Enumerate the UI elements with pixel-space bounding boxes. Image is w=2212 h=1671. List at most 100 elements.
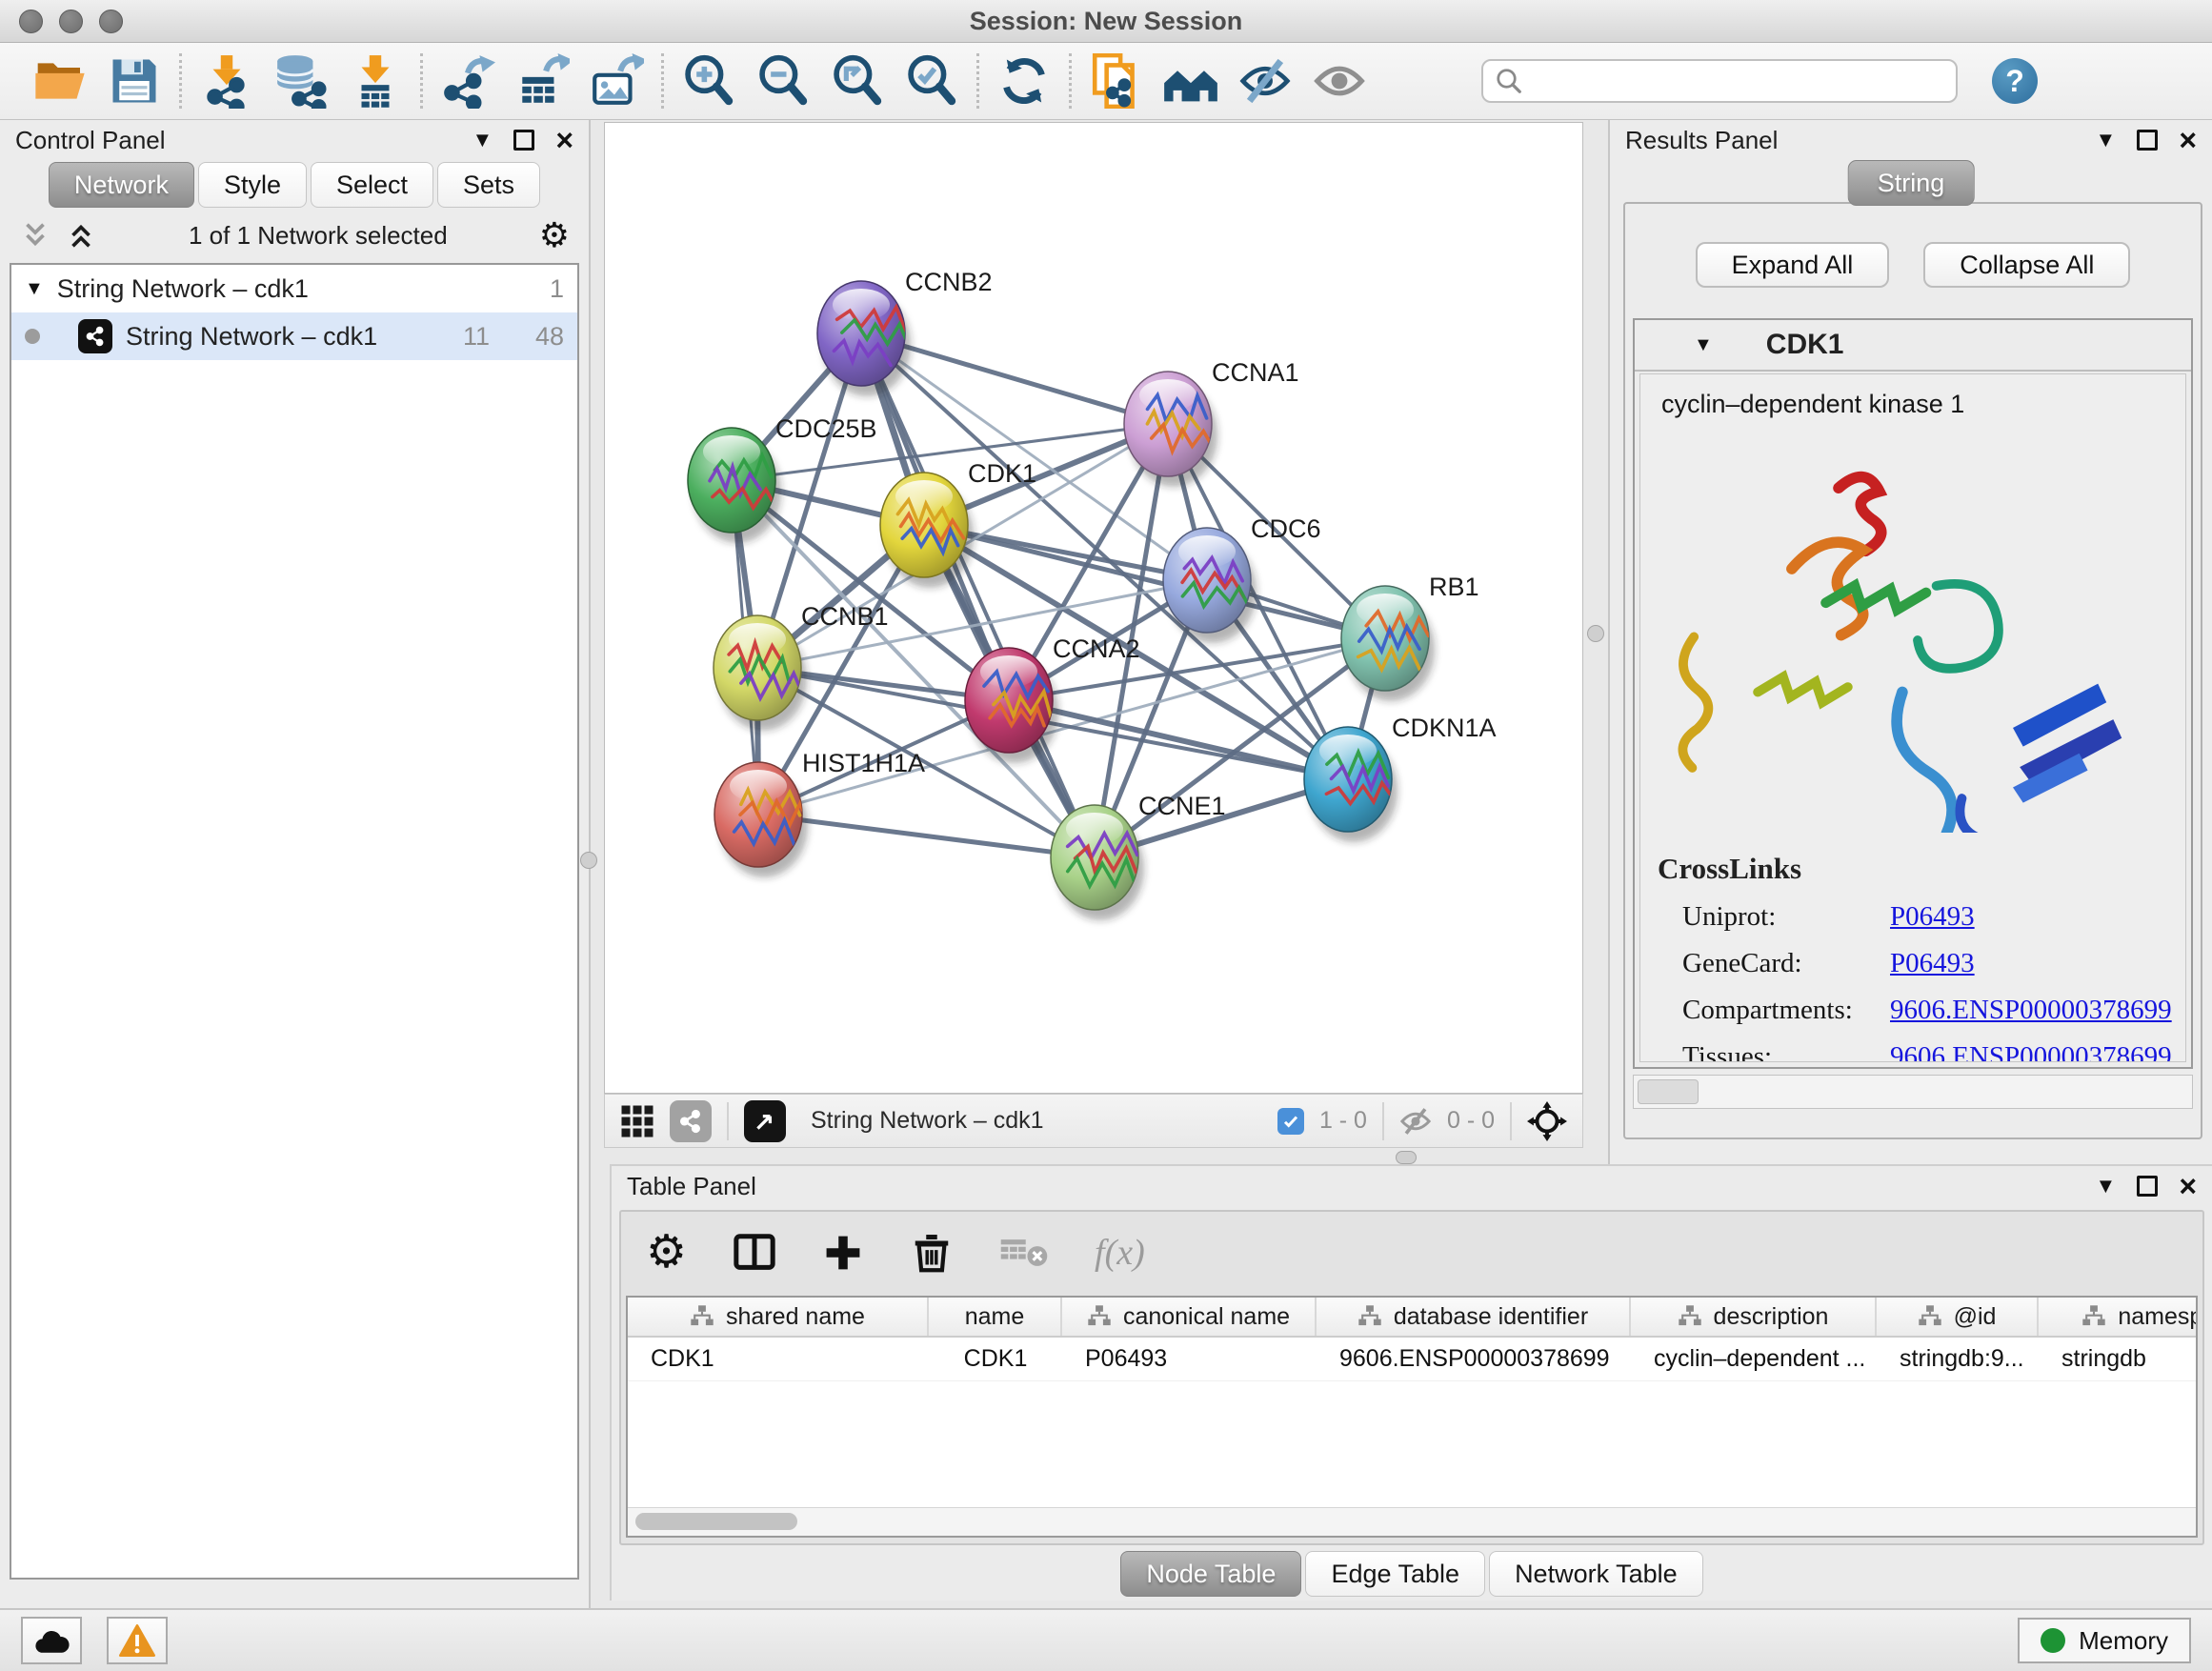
network-node-CDK1[interactable]: CDK1 [880,459,1036,588]
network-node-HIST1H1A[interactable]: HIST1H1A [714,749,925,877]
crosslink-link[interactable]: 9606.ENSP00000378699 [1890,1041,2172,1062]
table-settings-gear-icon[interactable]: ⚙ [646,1230,687,1276]
network-collection-row[interactable]: ▼ String Network – cdk1 1 [11,265,577,312]
float-panel-icon[interactable] [2137,1176,2158,1197]
hide-selected-button[interactable] [1228,50,1302,112]
zoom-in-button[interactable] [672,50,746,112]
delete-column-icon[interactable] [910,1231,954,1275]
float-panel-icon[interactable] [513,130,534,151]
memory-button[interactable]: Memory [2018,1618,2191,1663]
crosslink-link[interactable]: 9606.ENSP00000378699 [1890,995,2172,1026]
collapse-all-button[interactable]: Collapse All [1923,242,2130,288]
tab-node-table[interactable]: Node Table [1120,1551,1301,1597]
network-node-CCNB1[interactable]: CCNB1 [714,602,889,731]
table-cell[interactable]: CDK1 [628,1338,929,1380]
tab-select[interactable]: Select [311,162,433,208]
save-session-button[interactable] [97,50,171,112]
table-cell[interactable]: stringdb [2039,1338,2198,1380]
search-input[interactable] [1533,68,1944,95]
network-node-CDC6[interactable]: CDC6 [1163,514,1321,643]
refresh-button[interactable] [987,50,1061,112]
table-cell[interactable]: stringdb:9... [1877,1338,2039,1380]
cloud-status-button[interactable] [21,1617,82,1664]
expand-all-icon[interactable] [65,219,97,252]
entry-collapse-icon[interactable]: ▼ [1694,334,1713,356]
minimize-window-icon[interactable] [59,10,83,33]
network-node-RB1[interactable]: RB1 [1341,573,1479,701]
results-horizontal-scrollbar[interactable] [1633,1075,2193,1109]
network-node-CDC25B[interactable]: CDC25B [688,414,877,543]
search-field[interactable] [1481,59,1958,103]
birdseye-view-icon[interactable] [744,1100,786,1142]
fit-selected-crosshair-icon[interactable] [1527,1101,1567,1141]
zoom-fit-button[interactable] [820,50,895,112]
table-cell[interactable]: P06493 [1062,1338,1317,1380]
table-horizontal-scrollbar[interactable] [628,1507,2196,1536]
tab-string[interactable]: String [1848,160,1975,206]
import-table-from-file-button[interactable] [338,50,412,112]
right-splitter-handle[interactable] [1587,625,1604,642]
network-node-CDKN1A[interactable]: CDKN1A [1304,714,1497,842]
network-share-view-icon[interactable] [670,1100,712,1142]
network-node-CCNE1[interactable]: CCNE1 [1051,792,1226,920]
close-panel-icon[interactable]: × [2179,125,2197,155]
export-network-button[interactable] [431,50,505,112]
column-header-6[interactable]: namespace [2039,1298,2198,1336]
crosslink-link[interactable]: P06493 [1890,948,1975,979]
first-neighbors-button[interactable] [1154,50,1228,112]
expand-all-button[interactable]: Expand All [1696,242,1890,288]
column-header-1[interactable]: name [929,1298,1062,1336]
column-header-0[interactable]: shared name [628,1298,929,1336]
close-panel-icon[interactable]: × [2179,1171,2197,1201]
close-window-icon[interactable] [19,10,43,33]
close-panel-icon[interactable]: × [555,125,573,155]
bottom-splitter-handle[interactable] [1396,1151,1417,1164]
panel-menu-icon[interactable]: ▼ [2096,130,2117,151]
tab-network-table[interactable]: Network Table [1489,1551,1703,1597]
import-network-from-file-button[interactable] [190,50,264,112]
tab-style[interactable]: Style [198,162,307,208]
scrollbar-thumb[interactable] [1638,1079,1699,1104]
zoom-out-button[interactable] [746,50,820,112]
help-button[interactable]: ? [1992,58,2038,104]
panel-menu-icon[interactable]: ▼ [2096,1176,2117,1197]
column-header-5[interactable]: @id [1877,1298,2039,1336]
duplicate-network-button[interactable] [1079,50,1154,112]
selected-checkbox[interactable] [1277,1108,1304,1135]
network-node-CCNB2[interactable]: CCNB2 [817,268,993,396]
network-options-gear-icon[interactable]: ⚙ [539,218,570,252]
table-cell[interactable]: cyclin–dependent ... [1631,1338,1877,1380]
collapse-all-icon[interactable] [19,219,51,252]
export-table-button[interactable] [505,50,579,112]
crosslink-link[interactable]: P06493 [1890,901,1975,933]
float-panel-icon[interactable] [2137,130,2158,151]
table-row[interactable]: CDK1CDK1P064939606.ENSP00000378699cyclin… [628,1338,2196,1381]
export-image-button[interactable] [579,50,654,112]
left-splitter-handle[interactable] [580,852,597,869]
show-columns-icon[interactable] [733,1231,776,1275]
column-header-2[interactable]: canonical name [1062,1298,1317,1336]
edge-CCNB2-CCNE1[interactable] [861,333,1095,857]
table-cell[interactable]: 9606.ENSP00000378699 [1317,1338,1631,1380]
scrollbar-thumb[interactable] [635,1513,797,1530]
show-all-button[interactable] [1302,50,1377,112]
edge-CCNA2-CDKN1A[interactable] [1009,700,1348,779]
panel-menu-icon[interactable]: ▼ [473,130,493,151]
traffic-lights[interactable] [19,10,123,33]
maximize-window-icon[interactable] [99,10,123,33]
table-cell[interactable]: CDK1 [929,1338,1062,1380]
network-graph[interactable]: CCNB2CCNA1CDC25BCDK1CDC6RB1CCNB1CCNA2CDK… [605,123,1582,1093]
tab-network[interactable]: Network [49,162,194,208]
warning-status-button[interactable] [107,1617,168,1664]
tab-sets[interactable]: Sets [437,162,540,208]
collection-expand-icon[interactable]: ▼ [25,278,44,300]
open-session-button[interactable] [23,50,97,112]
edge-CCNE1-HIST1H1A[interactable] [758,815,1095,857]
grid-view-icon[interactable] [620,1104,654,1138]
column-header-3[interactable]: database identifier [1317,1298,1631,1336]
zoom-selected-button[interactable] [895,50,969,112]
tab-edge-table[interactable]: Edge Table [1305,1551,1485,1597]
add-column-icon[interactable] [822,1232,864,1274]
network-canvas[interactable]: CCNB2CCNA1CDC25BCDK1CDC6RB1CCNB1CCNA2CDK… [604,122,1583,1094]
column-header-4[interactable]: description [1631,1298,1877,1336]
